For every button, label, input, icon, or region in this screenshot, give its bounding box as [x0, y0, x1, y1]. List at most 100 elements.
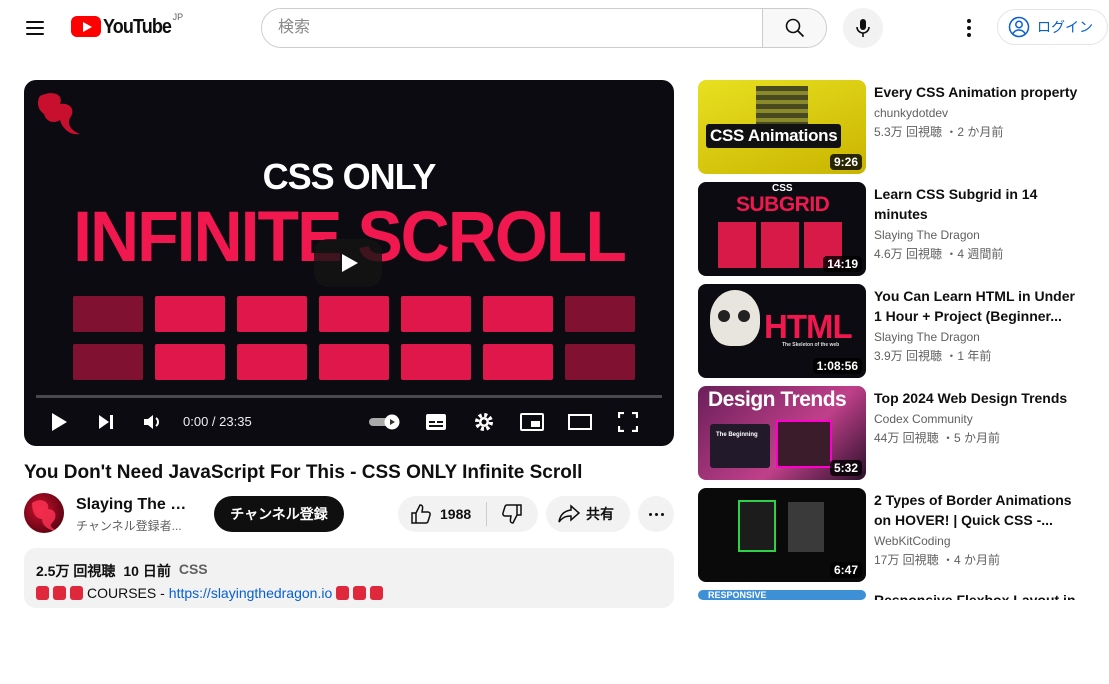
volume-icon[interactable] — [141, 410, 165, 434]
dislike-button[interactable] — [487, 496, 537, 532]
login-label: ログイン — [1037, 19, 1093, 35]
login-button[interactable]: ログイン — [997, 9, 1108, 45]
related-video-item[interactable]: RESPONSIVE Responsive Flexbox Layout in … — [698, 590, 1109, 684]
related-video-meta: 44万 回視聴 ・5 か月前 — [874, 431, 1001, 445]
thumbnail-art — [710, 424, 770, 468]
related-video-title: 2 Types of Border Animations on HOVER! |… — [874, 492, 1072, 528]
thumbnail-text: RESPONSIVE — [708, 590, 767, 600]
video-duration: 1:08:56 — [812, 358, 862, 374]
thumbnail-bricks — [64, 296, 644, 392]
thumbs-up-icon — [411, 504, 431, 524]
description-meta: 2.5万 回視聴 10 日前 CSS — [36, 561, 662, 581]
related-video-title: Every CSS Animation property — [874, 84, 1078, 100]
hashtag[interactable]: CSS — [179, 561, 208, 581]
related-channel-name: Codex Community — [874, 412, 973, 426]
youtube-logo[interactable]: YouTube JP — [71, 12, 183, 38]
like-button[interactable]: 1988 — [398, 496, 486, 532]
thumbnail-art — [761, 222, 799, 268]
share-button[interactable]: 共有 — [546, 496, 630, 532]
share-icon — [558, 504, 580, 523]
related-video-meta: 5.3万 回視聴 ・2 か月前 — [874, 125, 1004, 139]
related-video-title: You Can Learn HTML in Under 1 Hour + Pro… — [874, 288, 1075, 324]
related-video-meta: 3.9万 回視聴 ・1 年前 — [874, 349, 992, 363]
video-thumbnail[interactable]: CSS Animations 9:26 — [698, 80, 866, 174]
play-icon[interactable] — [47, 410, 71, 434]
video-thumbnail[interactable]: 6:47 — [698, 488, 866, 582]
search-input[interactable] — [262, 9, 762, 47]
menu-icon[interactable] — [24, 17, 46, 39]
time-display: 0:00 / 23:35 — [183, 414, 252, 429]
subscriber-count: チャンネル登録者... — [76, 519, 182, 533]
share-label: 共有 — [586, 506, 614, 522]
progress-bar[interactable] — [36, 395, 662, 398]
dragon-logo-icon — [37, 93, 80, 135]
search-box — [261, 8, 827, 48]
description-box[interactable]: 2.5万 回視聴 10 日前 CSS COURSES - https://sla… — [24, 548, 674, 608]
time-separator: / — [208, 414, 220, 429]
related-video-item[interactable]: HTML The Skeleton of the web 1:08:56 You… — [698, 284, 1109, 378]
dragon-emoji-icon — [353, 586, 367, 600]
miniplayer-icon[interactable] — [520, 410, 544, 434]
settings-menu-icon[interactable] — [957, 16, 981, 40]
related-video-item[interactable]: CSS SUBGRID 14:19 Learn CSS Subgrid in 1… — [698, 182, 1109, 276]
current-time: 0:00 — [183, 414, 209, 429]
related-channel-name: chunkydotdev — [874, 106, 949, 120]
related-video-title: Responsive Flexbox Layout in 2... — [874, 592, 1076, 600]
microphone-icon — [856, 19, 870, 37]
thumbnail-art — [738, 310, 750, 322]
dragon-emoji-icon — [336, 586, 350, 600]
related-video-meta: 17万 回視聴 ・4 か月前 — [874, 553, 1001, 567]
thumbnail-art — [718, 222, 756, 268]
video-thumbnail[interactable]: HTML The Skeleton of the web 1:08:56 — [698, 284, 866, 378]
thumbnail-art — [788, 502, 824, 552]
view-count: 2.5万 回視聴 — [36, 563, 116, 579]
like-dislike-group: 1988 — [398, 496, 538, 532]
voice-search-button[interactable] — [843, 8, 883, 48]
channel-avatar[interactable] — [24, 493, 64, 533]
related-video-item[interactable]: Design Trends The Beginning 5:32 Top 202… — [698, 386, 1109, 480]
more-actions-icon[interactable] — [638, 496, 674, 532]
youtube-logo-icon — [71, 16, 101, 37]
thumbnail-text: HTML — [764, 308, 853, 345]
settings-gear-icon[interactable] — [472, 410, 496, 434]
related-video-item[interactable]: 6:47 2 Types of Border Animations on HOV… — [698, 488, 1109, 582]
related-video-item[interactable]: CSS Animations 9:26 Every CSS Animation … — [698, 80, 1109, 174]
thumbnail-art — [776, 420, 832, 468]
video-player[interactable]: CSS ONLY INFINITE SCROLL 0:00 / 23:35 — [24, 80, 674, 446]
dragon-emoji-icon — [70, 586, 83, 600]
masthead: YouTube JP ログイン — [0, 0, 1109, 56]
theater-mode-icon[interactable] — [568, 410, 592, 434]
thumbnail-text: SUBGRID — [736, 193, 830, 216]
thumbnail-art — [718, 310, 730, 322]
search-button[interactable] — [762, 9, 826, 47]
video-thumbnail[interactable]: RESPONSIVE — [698, 590, 866, 600]
upload-date: 10 日前 — [123, 563, 171, 579]
video-duration: 5:32 — [829, 460, 862, 476]
video-thumbnail[interactable]: Design Trends The Beginning 5:32 — [698, 386, 866, 480]
description-courses-line: COURSES - https://slayingthedragon.io — [36, 585, 662, 601]
courses-link[interactable]: https://slayingthedragon.io — [169, 585, 332, 601]
dragon-emoji-icon — [370, 586, 384, 600]
thumbnail-text: Design Trends — [708, 388, 847, 411]
subtitles-icon[interactable] — [424, 410, 448, 434]
related-channel-name: Slaying The Dragon — [874, 228, 980, 242]
related-video-title: Top 2024 Web Design Trends — [874, 390, 1068, 406]
subscribe-button[interactable]: チャンネル登録 — [214, 496, 344, 532]
video-thumbnail[interactable]: CSS SUBGRID 14:19 — [698, 182, 866, 276]
large-play-button[interactable] — [314, 239, 382, 287]
thumbnail-text: CSS Animations — [706, 124, 842, 148]
region-code: JP — [172, 12, 184, 22]
autoplay-toggle-icon[interactable] — [368, 410, 404, 434]
video-duration: 14:19 — [823, 256, 862, 272]
thumbnail-small-text: The Skeleton of the web — [782, 342, 840, 348]
player-controls: 0:00 / 23:35 — [24, 402, 674, 442]
thumbs-down-icon — [502, 504, 522, 524]
thumbnail-small-text: The Beginning — [716, 432, 758, 438]
thumbnail-art — [738, 500, 776, 552]
video-owner-row: Slaying The D... チャンネル登録者... チャンネル登録 198… — [24, 493, 674, 535]
courses-label: COURSES - — [87, 585, 165, 601]
next-icon[interactable] — [94, 410, 118, 434]
fullscreen-icon[interactable] — [616, 410, 640, 434]
channel-name[interactable]: Slaying The D... — [76, 496, 188, 514]
related-video-meta: 4.6万 回視聴 ・4 週間前 — [874, 247, 1004, 261]
